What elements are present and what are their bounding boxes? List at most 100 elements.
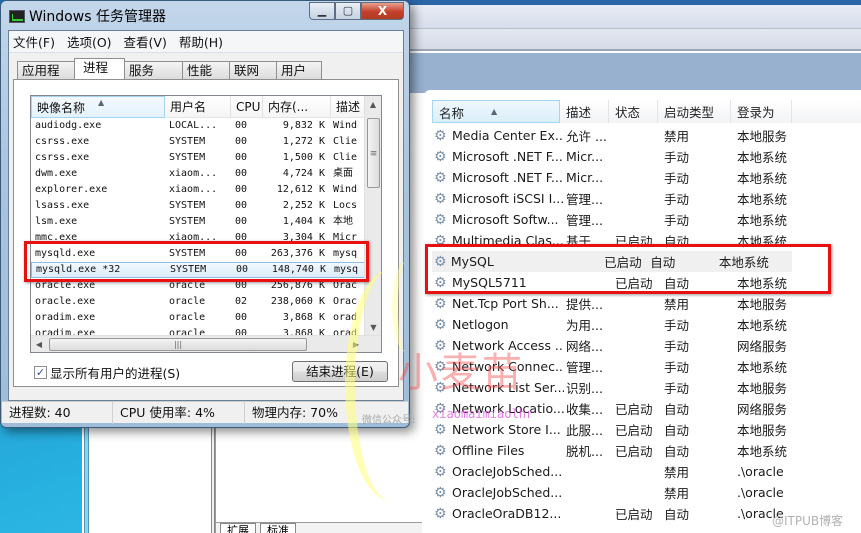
- horizontal-scrollbar[interactable]: ◀ ||| ▶: [31, 335, 381, 352]
- close-button[interactable]: X: [361, 2, 404, 20]
- service-startup-type: 手动: [664, 339, 690, 354]
- tab-standard[interactable]: 标准: [260, 523, 296, 533]
- menu-help[interactable]: 帮助(H): [179, 32, 223, 51]
- task-manager-icon: [9, 9, 25, 23]
- column-header-log-on-as[interactable]: 登录为: [731, 100, 792, 123]
- process-user: oracle: [169, 312, 206, 323]
- tab-applications[interactable]: 应用程序: [17, 61, 75, 95]
- service-name: Net.Tcp Port Sh...: [452, 296, 559, 311]
- services-view-tabs: 扩展 标准: [216, 522, 422, 533]
- process-rows: audiodg.exe LOCAL... 00 9,832 K Wind csrss.ex…: [31, 118, 381, 342]
- service-row[interactable]: ⚙ OracleJobSched... 禁用 .\oracle: [432, 461, 861, 482]
- process-memory: 9,832 K: [282, 120, 325, 131]
- process-cpu: 00: [235, 168, 248, 179]
- column-header-image-name[interactable]: 映像名称 ▲: [31, 96, 165, 118]
- service-log-on-as: 本地系统: [737, 318, 788, 333]
- menu-file[interactable]: 文件(F): [13, 32, 55, 51]
- process-description: 本地: [333, 216, 353, 227]
- checkbox-checked-icon[interactable]: ✓: [34, 366, 47, 379]
- service-gear-icon: ⚙: [434, 169, 447, 186]
- tab-networking[interactable]: 联网: [229, 61, 277, 79]
- process-name: oradim.exe: [35, 312, 96, 323]
- process-row[interactable]: csrss.exe SYSTEM 00 1,272 K Clie: [31, 134, 381, 150]
- tab-processes[interactable]: 进程: [74, 58, 125, 79]
- service-log-on-as: 本地服务: [737, 423, 788, 438]
- column-label: 映像名称: [37, 101, 86, 115]
- process-user: LOCAL...: [169, 120, 218, 131]
- watermark-arc: [392, 262, 420, 352]
- service-log-on-as: 本地系统: [737, 150, 788, 165]
- scroll-up-arrow-icon[interactable]: ▲: [365, 96, 381, 113]
- process-memory: 238,060 K: [270, 296, 325, 307]
- show-all-users-checkbox[interactable]: ✓ 显示所有用户的进程(S): [34, 363, 180, 382]
- process-memory: 2,252 K: [282, 200, 325, 211]
- minimize-button[interactable]: ▁: [309, 2, 335, 20]
- column-header-user-name[interactable]: 用户名: [165, 96, 231, 118]
- service-gear-icon: ⚙: [434, 316, 447, 333]
- service-row[interactable]: ⚙ Netlogon 为用... 手动 本地系统: [432, 314, 861, 335]
- service-row[interactable]: ⚙ Media Center Ex... 允许 ... 禁用 本地服务: [432, 125, 861, 146]
- tab-services[interactable]: 服务: [124, 61, 183, 79]
- menu-options[interactable]: 选项(O): [67, 32, 112, 51]
- service-name: Network Store I...: [452, 422, 561, 437]
- service-startup-type: 自动: [664, 423, 690, 438]
- tab-performance[interactable]: 性能: [182, 61, 230, 79]
- service-row[interactable]: ⚙ Offline Files 脱机... 已启动 自动 本地系统: [432, 440, 861, 461]
- service-gear-icon: ⚙: [434, 421, 447, 438]
- service-row[interactable]: ⚙ OracleJobSched... 禁用 .\oracle: [432, 482, 861, 503]
- process-row[interactable]: oradim.exe oracle 00 3,868 Korad: [31, 310, 381, 326]
- mysql-process-highlight-box: [24, 241, 369, 282]
- service-description: 管理...: [566, 213, 603, 228]
- sort-ascending-icon: ▲: [491, 107, 498, 116]
- service-row[interactable]: ⚙ Microsoft .NET F... Micr... 手动 本地系统: [432, 167, 861, 188]
- column-header-memory[interactable]: 内存(...: [263, 96, 331, 118]
- services-list-header: 名称 ▲ 描述 状态 启动类型 登录为: [432, 100, 861, 123]
- column-header-startup-type[interactable]: 启动类型: [658, 100, 731, 123]
- service-gear-icon: ⚙: [434, 442, 447, 459]
- service-startup-type: 禁用: [664, 129, 690, 144]
- service-row[interactable]: ⚙ Microsoft Softw... 管理... 手动 本地系统: [432, 209, 861, 230]
- task-manager-body: 文件(F) 选项(O) 查看(V) 帮助(H) 应用程序 进程 服务 性能 联网…: [8, 30, 404, 401]
- process-row[interactable]: lsm.exe SYSTEM 00 1,404 K 本地: [31, 214, 381, 230]
- service-row[interactable]: ⚙ Microsoft .NET F... Micr... 手动 本地系统: [432, 146, 861, 167]
- process-memory: 1,404 K: [282, 216, 325, 227]
- cpu-usage: CPU 使用率: 4%: [113, 401, 245, 424]
- service-description: Micr...: [566, 170, 604, 185]
- process-row[interactable]: dwm.exe xiaom... 00 4,724 K 桌面: [31, 166, 381, 182]
- services-list: 名称 ▲ 描述 状态 启动类型 登录为 ⚙ Media Center Ex... 允许…: [424, 90, 861, 533]
- maximize-button[interactable]: ▢: [335, 2, 361, 20]
- horizontal-scroll-thumb[interactable]: |||: [49, 338, 307, 351]
- service-startup-type: 手动: [664, 192, 690, 207]
- process-row[interactable]: oracle.exe oracle 02 238,060 K Orac: [31, 294, 381, 310]
- process-cpu: 00: [235, 312, 248, 323]
- service-row[interactable]: ⚙ Network Store I... 此服... 已启动 自动 本地服务: [432, 419, 861, 440]
- service-row[interactable]: ⚙ Net.Tcp Port Sh... 提供... 禁用 本地服务: [432, 293, 861, 314]
- process-description: Clie: [333, 136, 358, 147]
- process-description: Wind: [333, 120, 358, 131]
- menu-view[interactable]: 查看(V): [124, 32, 167, 51]
- service-startup-type: 手动: [664, 381, 690, 396]
- service-gear-icon: ⚙: [434, 505, 447, 522]
- column-header-status[interactable]: 状态: [609, 100, 658, 123]
- service-status: 已启动: [615, 423, 653, 438]
- service-log-on-as: 网络服务: [737, 339, 788, 354]
- tab-users[interactable]: 用户: [276, 61, 322, 79]
- process-row[interactable]: explorer.exe xiaom... 00 12,612 K Wind: [31, 182, 381, 198]
- service-description: 管理...: [566, 360, 603, 375]
- tab-extended[interactable]: 扩展: [220, 523, 256, 533]
- scroll-left-arrow-icon[interactable]: ◀: [31, 336, 47, 352]
- process-list: 映像名称 ▲ 用户名 CPU 内存(... 描述 audiodg.exe LOCAL…: [30, 95, 382, 353]
- service-row[interactable]: ⚙ Microsoft iSCSI I... 管理... 手动 本地系统: [432, 188, 861, 209]
- process-name: oracle.exe: [35, 296, 96, 307]
- service-name: Microsoft .NET F...: [452, 149, 563, 164]
- vertical-scroll-thumb[interactable]: ≡: [367, 118, 380, 188]
- service-name: Microsoft iSCSI I...: [452, 191, 564, 206]
- window-title: Windows 任务管理器: [29, 9, 166, 25]
- process-row[interactable]: audiodg.exe LOCAL... 00 9,832 K Wind: [31, 118, 381, 134]
- column-header-cpu[interactable]: CPU: [231, 96, 263, 118]
- column-header-description[interactable]: 描述: [560, 100, 609, 123]
- column-header-name[interactable]: 名称 ▲: [432, 100, 560, 123]
- process-name: lsm.exe: [35, 216, 78, 227]
- process-row[interactable]: lsass.exe SYSTEM 00 2,252 K Locs: [31, 198, 381, 214]
- process-row[interactable]: csrss.exe SYSTEM 00 1,500 K Clie: [31, 150, 381, 166]
